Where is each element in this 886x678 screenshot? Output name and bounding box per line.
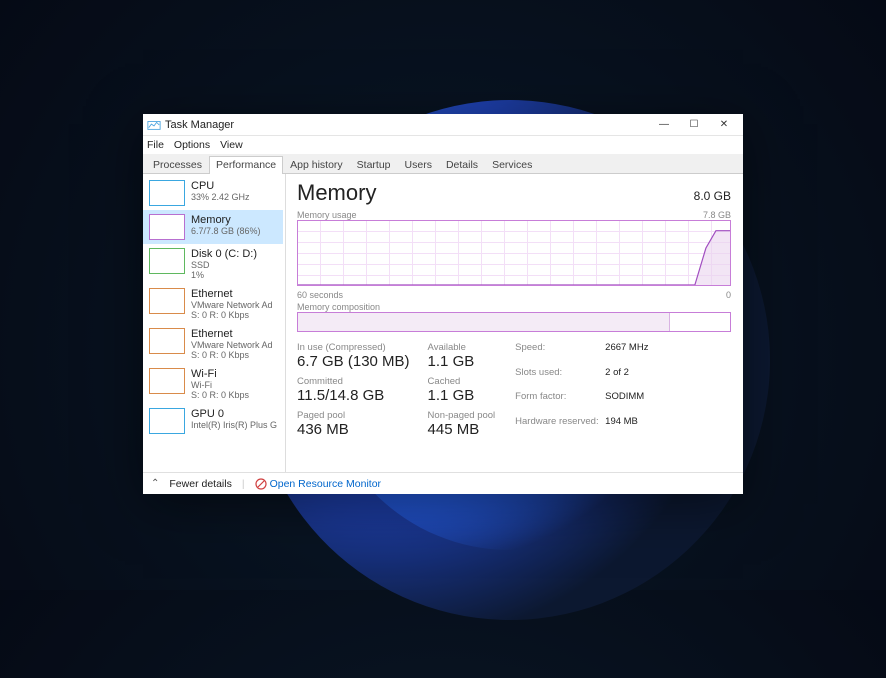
memory-composition-graph[interactable] [297, 312, 731, 332]
open-resource-monitor-label: Open Resource Monitor [270, 478, 381, 490]
maximize-button[interactable]: ☐ [679, 114, 709, 136]
stat-paged-value: 436 MB [297, 421, 410, 438]
sidebar-item-label: Ethernet [191, 328, 273, 340]
sidebar-item-label: Ethernet [191, 288, 273, 300]
resource-monitor-icon [255, 478, 267, 490]
sidebar-list[interactable]: CPU33% 2.42 GHzMemory6.7/7.8 GB (86%)Dis… [143, 174, 283, 472]
sidebar-item-wi-fi[interactable]: Wi-FiWi-FiS: 0 R: 0 Kbps [143, 364, 283, 404]
tab-startup[interactable]: Startup [350, 156, 398, 174]
task-manager-window: Task Manager — ☐ ✕ File Options View Pro… [143, 114, 743, 494]
sidebar-item-sub2: S: 0 R: 0 Kbps [191, 310, 273, 320]
close-button[interactable]: ✕ [709, 114, 739, 136]
tab-details[interactable]: Details [439, 156, 485, 174]
stat-avail-value: 1.1 GB [428, 353, 496, 370]
graph-x-right: 0 [726, 290, 731, 300]
meta-speed-value: 2667 MHz [605, 342, 648, 365]
chevron-up-icon[interactable]: ⌃ [151, 478, 159, 489]
capacity-value: 8.0 GB [694, 189, 731, 203]
menu-view[interactable]: View [220, 139, 243, 151]
sidebar-item-sub2: S: 0 R: 0 Kbps [191, 350, 273, 360]
sidebar-thumb-icon [149, 408, 185, 434]
sidebar-item-sub: 33% 2.42 GHz [191, 192, 250, 202]
tab-app-history[interactable]: App history [283, 156, 350, 174]
tab-performance[interactable]: Performance [209, 156, 283, 174]
meta-hw-value: 194 MB [605, 416, 648, 439]
open-resource-monitor-link[interactable]: Open Resource Monitor [255, 478, 381, 490]
app-icon [147, 118, 161, 132]
sidebar-item-label: Memory [191, 214, 261, 226]
sidebar-item-label: Wi-Fi [191, 368, 249, 380]
sidebar-item-ethernet[interactable]: EthernetVMware Network AdS: 0 R: 0 Kbps [143, 284, 283, 324]
tab-processes[interactable]: Processes [146, 156, 209, 174]
graph-x-left: 60 seconds [297, 290, 343, 300]
stat-paged-label: Paged pool [297, 410, 410, 421]
sidebar-item-label: CPU [191, 180, 250, 192]
meta-hw-label: Hardware reserved: [515, 416, 605, 439]
sidebar-thumb-icon [149, 214, 185, 240]
sidebar-item-memory[interactable]: Memory6.7/7.8 GB (86%) [143, 210, 283, 244]
meta-speed-label: Speed: [515, 342, 605, 365]
tab-services[interactable]: Services [485, 156, 539, 174]
fewer-details-link[interactable]: Fewer details [169, 478, 231, 490]
sidebar-thumb-icon [149, 248, 185, 274]
meta-slots-label: Slots used: [515, 367, 605, 390]
stat-inuse-value: 6.7 GB (130 MB) [297, 353, 410, 370]
tab-users[interactable]: Users [398, 156, 439, 174]
sidebar-item-sub: VMware Network Ad [191, 340, 273, 350]
stat-cached-label: Cached [428, 376, 496, 387]
sidebar-item-cpu[interactable]: CPU33% 2.42 GHz [143, 176, 283, 210]
titlebar[interactable]: Task Manager — ☐ ✕ [143, 114, 743, 136]
stat-commit-label: Committed [297, 376, 410, 387]
sidebar-thumb-icon [149, 328, 185, 354]
sidebar-item-label: Disk 0 (C: D:) [191, 248, 257, 260]
menu-options[interactable]: Options [174, 139, 210, 151]
sidebar-thumb-icon [149, 288, 185, 314]
sidebar-item-sub: Wi-Fi [191, 380, 249, 390]
stat-avail-label: Available [428, 342, 496, 353]
performance-sidebar: CPU33% 2.42 GHzMemory6.7/7.8 GB (86%)Dis… [143, 174, 283, 472]
graph-usage-max: 7.8 GB [703, 210, 731, 220]
minimize-button[interactable]: — [649, 114, 679, 136]
sidebar-item-disk-0-c-d-[interactable]: Disk 0 (C: D:)SSD1% [143, 244, 283, 284]
menu-bar: File Options View [143, 136, 743, 154]
meta-form-value: SODIMM [605, 391, 648, 414]
sidebar-thumb-icon [149, 368, 185, 394]
sidebar-item-label: GPU 0 [191, 408, 277, 420]
sidebar-item-sub2: S: 0 R: 0 Kbps [191, 390, 249, 400]
footer: ⌃ Fewer details | Open Resource Monitor [143, 472, 743, 494]
sidebar-thumb-icon [149, 180, 185, 206]
memory-meta: Speed: 2667 MHz Slots used: 2 of 2 Form … [515, 342, 648, 438]
sidebar-item-gpu-0[interactable]: GPU 0Intel(R) Iris(R) Plus G [143, 404, 283, 438]
sidebar-item-sub2: 1% [191, 270, 257, 280]
sidebar-item-sub: VMware Network Ad [191, 300, 273, 310]
page-title: Memory [297, 180, 376, 206]
window-title: Task Manager [165, 119, 234, 131]
meta-form-label: Form factor: [515, 391, 605, 414]
sidebar-item-sub: Intel(R) Iris(R) Plus G [191, 420, 277, 430]
memory-usage-graph[interactable] [297, 220, 731, 286]
menu-file[interactable]: File [147, 139, 164, 151]
stat-nonpaged-value: 445 MB [428, 421, 496, 438]
main-panel: Memory 8.0 GB Memory usage 7.8 GB 60 sec… [287, 174, 743, 472]
sidebar-item-sub: SSD [191, 260, 257, 270]
graph-composition-label: Memory composition [297, 302, 380, 312]
stat-inuse-label: In use (Compressed) [297, 342, 410, 353]
meta-slots-value: 2 of 2 [605, 367, 648, 390]
stat-cached-value: 1.1 GB [428, 387, 496, 404]
stat-nonpaged-label: Non-paged pool [428, 410, 496, 421]
sidebar-item-ethernet[interactable]: EthernetVMware Network AdS: 0 R: 0 Kbps [143, 324, 283, 364]
memory-stats: In use (Compressed) 6.7 GB (130 MB) Avai… [297, 342, 495, 438]
graph-usage-label: Memory usage [297, 210, 357, 220]
tabs-bar: Processes Performance App history Startu… [143, 154, 743, 174]
sidebar-item-sub: 6.7/7.8 GB (86%) [191, 226, 261, 236]
stat-commit-value: 11.5/14.8 GB [297, 387, 410, 404]
